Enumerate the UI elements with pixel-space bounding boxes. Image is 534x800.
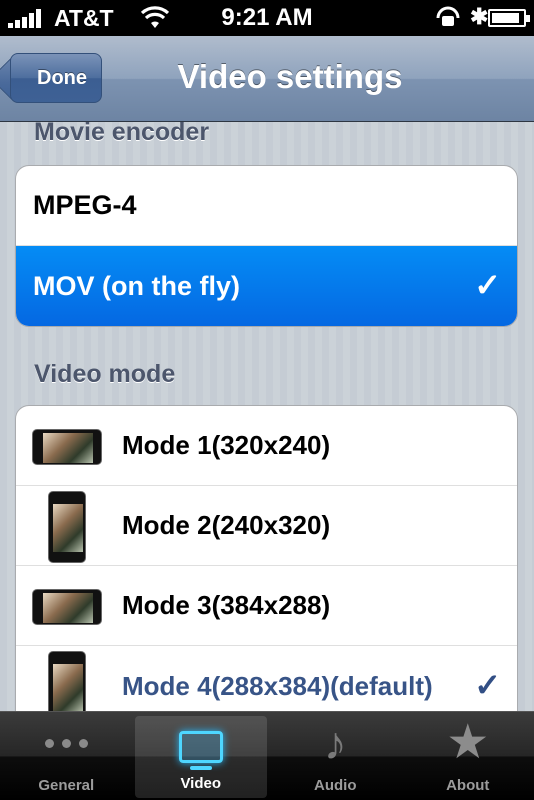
tab-label: About xyxy=(446,777,490,794)
tv-icon xyxy=(178,731,223,770)
page-title: Video settings xyxy=(177,58,403,95)
done-button[interactable]: Done xyxy=(10,53,102,103)
tab-general[interactable]: General xyxy=(0,712,133,800)
bluetooth-icon: ✱ xyxy=(470,4,489,29)
encoder-option-label: MPEG-4 xyxy=(33,190,137,220)
more-dots-icon xyxy=(44,738,88,748)
encoder-option-label: MOV (on the fly) xyxy=(33,270,240,301)
tab-label: Audio xyxy=(314,777,357,794)
tab-bar: General Video ♪ Audio ★ About xyxy=(0,711,534,800)
rotation-lock-icon xyxy=(436,6,460,26)
done-button-label: Done xyxy=(37,66,87,89)
landscape-phone-thumbnail-icon xyxy=(32,589,102,625)
music-note-icon: ♪ xyxy=(323,717,347,769)
star-icon: ★ xyxy=(446,716,490,769)
section-header-video-mode: Video mode xyxy=(34,360,176,388)
tab-label: General xyxy=(38,777,95,794)
section-header-movie-encoder: Movie encoder xyxy=(34,118,210,146)
landscape-phone-thumbnail-icon xyxy=(32,429,102,465)
portrait-phone-thumbnail-icon xyxy=(48,491,86,563)
tab-about[interactable]: ★ About xyxy=(402,712,534,800)
video-mode-option-2[interactable]: Mode 2(240x320) xyxy=(16,486,517,566)
tab-audio[interactable]: ♪ Audio xyxy=(269,712,402,800)
checkmark-icon: ✓ xyxy=(474,667,501,703)
tab-video[interactable]: Video xyxy=(134,716,267,798)
tab-label: Video xyxy=(180,775,222,792)
video-mode-option-3[interactable]: Mode 3(384x288) xyxy=(16,566,517,646)
encoder-options-group: MPEG-4 MOV (on the fly) ✓ xyxy=(15,165,518,327)
status-bar: AT&T 9:21 AM ✱ xyxy=(0,0,534,36)
checkmark-icon: ✓ xyxy=(474,267,501,303)
encoder-option-mpeg4[interactable]: MPEG-4 xyxy=(16,166,517,246)
video-mode-option-1[interactable]: Mode 1(320x240) xyxy=(16,406,517,486)
navigation-bar: Done Video settings xyxy=(0,36,534,122)
encoder-option-mov[interactable]: MOV (on the fly) ✓ xyxy=(16,246,517,326)
battery-icon xyxy=(488,9,530,27)
video-mode-options-group: Mode 1(320x240) Mode 2(240x320) Mode 3(3… xyxy=(15,405,518,735)
